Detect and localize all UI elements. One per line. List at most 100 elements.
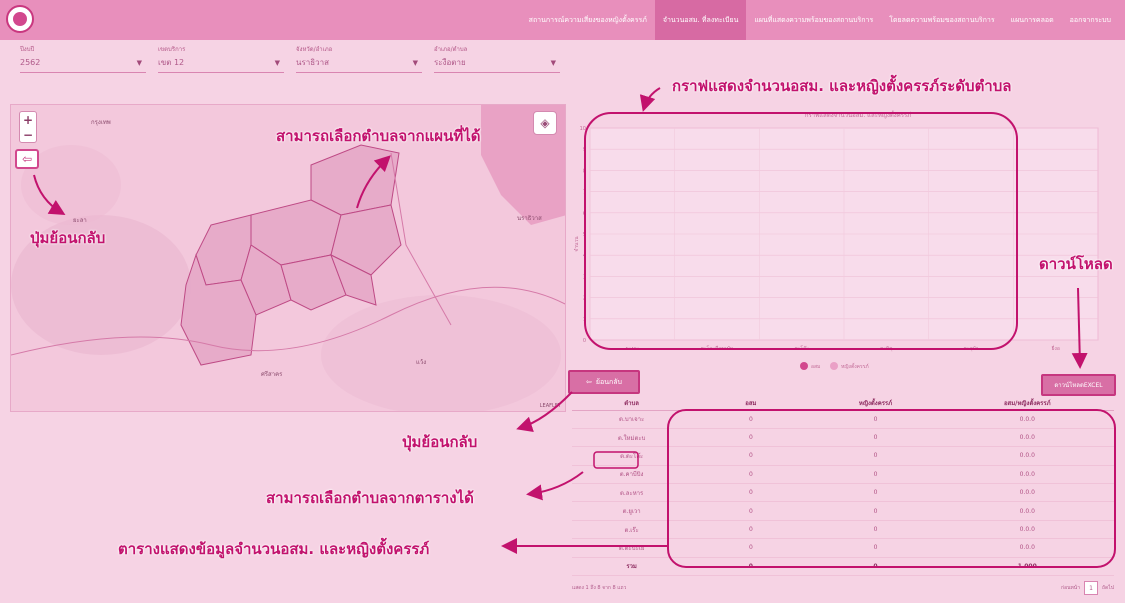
- filter-province[interactable]: จังหวัด/อำเภอ นราธิวาส ▼: [296, 44, 422, 76]
- cell-pregnant: 0: [810, 446, 941, 466]
- cell-subdistrict[interactable]: ต.เร๊ะ: [572, 520, 692, 540]
- cell-vhv: 0: [691, 520, 811, 540]
- map-panel[interactable]: กรุงเทพ ยะลา นราธิวาส ศรีสาคร แว้ง + − ⇦…: [10, 104, 566, 412]
- col-header-pregnant[interactable]: หญิงตั้งครรภ์: [810, 396, 941, 411]
- table-row[interactable]: ต.ใหม่ตะบ 0 0 0.0.0: [572, 428, 1114, 448]
- download-excel-button[interactable]: ดาวน์โหลดEXCEL: [1041, 374, 1116, 396]
- moph-logo-icon[interactable]: [6, 5, 34, 33]
- map-canvas[interactable]: [11, 105, 566, 412]
- nav-item-facility-map[interactable]: แผนที่แสดงความพร้อมของสถานบริการ: [746, 0, 881, 40]
- logo-emblem: [13, 12, 27, 26]
- cell-vhv: 0: [691, 465, 811, 485]
- cell-vhv: 0: [691, 538, 811, 558]
- cell-ratio: 0.0.0: [940, 538, 1114, 558]
- cell-ratio: 0.0.0: [940, 483, 1114, 503]
- pager-next[interactable]: ถัดไป: [1102, 584, 1114, 592]
- cell-vhv: 0: [691, 428, 811, 448]
- chart-y-tick-label: 5: [583, 232, 586, 238]
- cell-subdistrict[interactable]: ต.ยูเวา: [572, 501, 692, 521]
- cell-vhv: 0: [691, 410, 811, 429]
- nav-item-logout[interactable]: ออกจากระบบ: [1062, 0, 1119, 40]
- filter-region-select[interactable]: เขต 12 ▼: [158, 53, 284, 73]
- cell-subdistrict[interactable]: ต.ละหาร: [572, 483, 692, 503]
- cell-subdistrict[interactable]: ต.คาบีบิง: [572, 465, 692, 485]
- annotation-back-table: ปุ่มย้อนกลับ: [402, 433, 478, 451]
- table-row[interactable]: ต.ละหาร 0 0 0.0.0: [572, 483, 1114, 503]
- zoom-in-button[interactable]: +: [23, 113, 33, 127]
- chart-y-tick-label: 8: [583, 168, 586, 174]
- cell-vhv: 0: [691, 446, 811, 466]
- table-info: แสดง 1 ถึง 8 จาก 8 แถว: [572, 585, 627, 591]
- arrow-left-icon: ⇦: [586, 378, 592, 386]
- map-place-label: แว้ง: [416, 359, 427, 366]
- filter-province-select[interactable]: นราธิวาส ▼: [296, 53, 422, 73]
- zoom-out-button[interactable]: −: [23, 128, 33, 142]
- map-place-label: ยะลา: [73, 217, 87, 224]
- nav-item-risk[interactable]: สถานการณ์ความเสี่ยงของหญิงตั้งครรภ์: [521, 0, 655, 40]
- chevron-down-icon: ▼: [412, 58, 418, 67]
- filter-year[interactable]: ปีงบปี 2562 ▼: [20, 44, 146, 76]
- col-header-subdistrict[interactable]: ตำบล: [572, 396, 692, 411]
- cell-subdistrict[interactable]: ต.บาเจาะ: [572, 410, 692, 429]
- cell-subdistrict[interactable]: ต.ใหม่ตะบ: [572, 428, 692, 448]
- filter-province-value: นราธิวาส: [296, 58, 330, 67]
- nav-item-vhv-count[interactable]: จำนวนอสม. ที่ลงทะเบียน: [654, 0, 747, 40]
- cell-pregnant: 0: [810, 501, 941, 521]
- filter-province-label: จังหวัด/อำเภอ: [296, 46, 333, 53]
- cell-total-vhv: 0: [691, 557, 811, 577]
- cell-subdistrict[interactable]: ต.ตะโล๊ะ: [572, 446, 692, 466]
- cell-pregnant: 0: [810, 465, 941, 485]
- table-back-button[interactable]: ⇦ ย้อนกลับ: [568, 370, 640, 394]
- chevron-down-icon: ▼: [274, 58, 280, 67]
- filter-year-label: ปีงบปี: [20, 46, 35, 53]
- pager-prev[interactable]: ก่อนหน้า: [1061, 584, 1080, 592]
- top-navbar: สถานการณ์ความเสี่ยงของหญิงตั้งครรภ์ จำนว…: [0, 0, 1125, 40]
- cell-pregnant: 0: [810, 520, 941, 540]
- annotation-back-map: ปุ่มย้อนกลับ: [30, 229, 106, 247]
- filter-district-select[interactable]: ระงือตาย ▼: [434, 53, 560, 73]
- layers-button[interactable]: ◈: [533, 111, 557, 135]
- filter-region-label: เขตบริการ: [158, 46, 186, 53]
- cell-vhv: 0: [691, 501, 811, 521]
- chart-x-tick-label: ตะบิตุ: [880, 345, 892, 352]
- annotation-select-table: สามารถเลือกตำบลจากตารางได้: [266, 489, 474, 507]
- cell-ratio: 0.0.0: [940, 428, 1114, 448]
- col-header-vhv[interactable]: อสม: [691, 396, 811, 411]
- table-row[interactable]: ต.ตะบ้ะเย 0 0 0.0.0: [572, 538, 1114, 558]
- table-row[interactable]: ต.ตะโล๊ะ 0 0 0.0.0: [572, 446, 1114, 466]
- legend-label: อสม: [811, 364, 820, 370]
- subdistrict-table: ตำบล อสม หญิงตั้งครรภ์ อสม/หญิงตั้งครรภ์…: [572, 396, 1114, 577]
- chart-panel: กราฟแสดงจำนวนอสม. และหญิงตั้งครรภ์ จำนวน…: [568, 104, 1118, 376]
- table-back-label: ย้อนกลับ: [595, 377, 622, 386]
- filter-region[interactable]: เขตบริการ เขต 12 ▼: [158, 44, 284, 76]
- pager-page[interactable]: 1: [1084, 581, 1099, 595]
- chart-y-tick-label: 9: [583, 147, 586, 153]
- cell-ratio: 0.0.0: [940, 520, 1114, 540]
- table-row[interactable]: ต.บาเจาะ 0 0 0.0.0: [572, 410, 1114, 429]
- map-place-label: นราธิวาส: [517, 215, 542, 222]
- table-row[interactable]: ต.ยูเวา 0 0 0.0.0: [572, 501, 1114, 521]
- chevron-down-icon: ▼: [550, 58, 556, 67]
- map-place-label: กรุงเทพ: [91, 119, 111, 126]
- cell-ratio: 0.0.0: [940, 501, 1114, 521]
- chart-y-tick-label: 4: [583, 253, 586, 259]
- col-header-ratio[interactable]: อสม/หญิงตั้งครรภ์: [940, 396, 1114, 411]
- table-row[interactable]: ต.เร๊ะ 0 0 0.0.0: [572, 520, 1114, 540]
- cell-pregnant: 0: [810, 410, 941, 429]
- chart-y-tick-label: 6: [583, 211, 586, 217]
- cell-subdistrict[interactable]: ต.ตะบ้ะเย: [572, 538, 692, 558]
- cell-ratio: 0.0.0: [940, 446, 1114, 466]
- table-header-row: ตำบล อสม หญิงตั้งครรภ์ อสม/หญิงตั้งครรภ์: [572, 396, 1114, 411]
- nav-item-birth-plan[interactable]: แผนการคลอด: [1003, 0, 1062, 40]
- table-row[interactable]: ต.คาบีบิง 0 0 0.0.0: [572, 465, 1114, 485]
- legend-marker: [800, 362, 808, 370]
- chart-x-tick-label: ตะโล๊ะ: [794, 345, 809, 352]
- nav-item-facility-readiness[interactable]: โดยลดความพร้อมของสถานบริการ: [881, 0, 1002, 40]
- filter-year-select[interactable]: 2562 ▼: [20, 53, 146, 73]
- cell-pregnant: 0: [810, 483, 941, 503]
- map-back-button[interactable]: ⇦: [15, 149, 39, 169]
- filter-district[interactable]: อำเภอ/ตำบล ระงือตาย ▼: [434, 44, 560, 76]
- chart-canvas: กราฟแสดงจำนวนอสม. และหญิงตั้งครรภ์ จำนวน…: [574, 109, 1099, 370]
- table-total-row: รวม 0 0 1.000: [572, 557, 1114, 577]
- chart-y-tick-label: 2: [583, 296, 586, 302]
